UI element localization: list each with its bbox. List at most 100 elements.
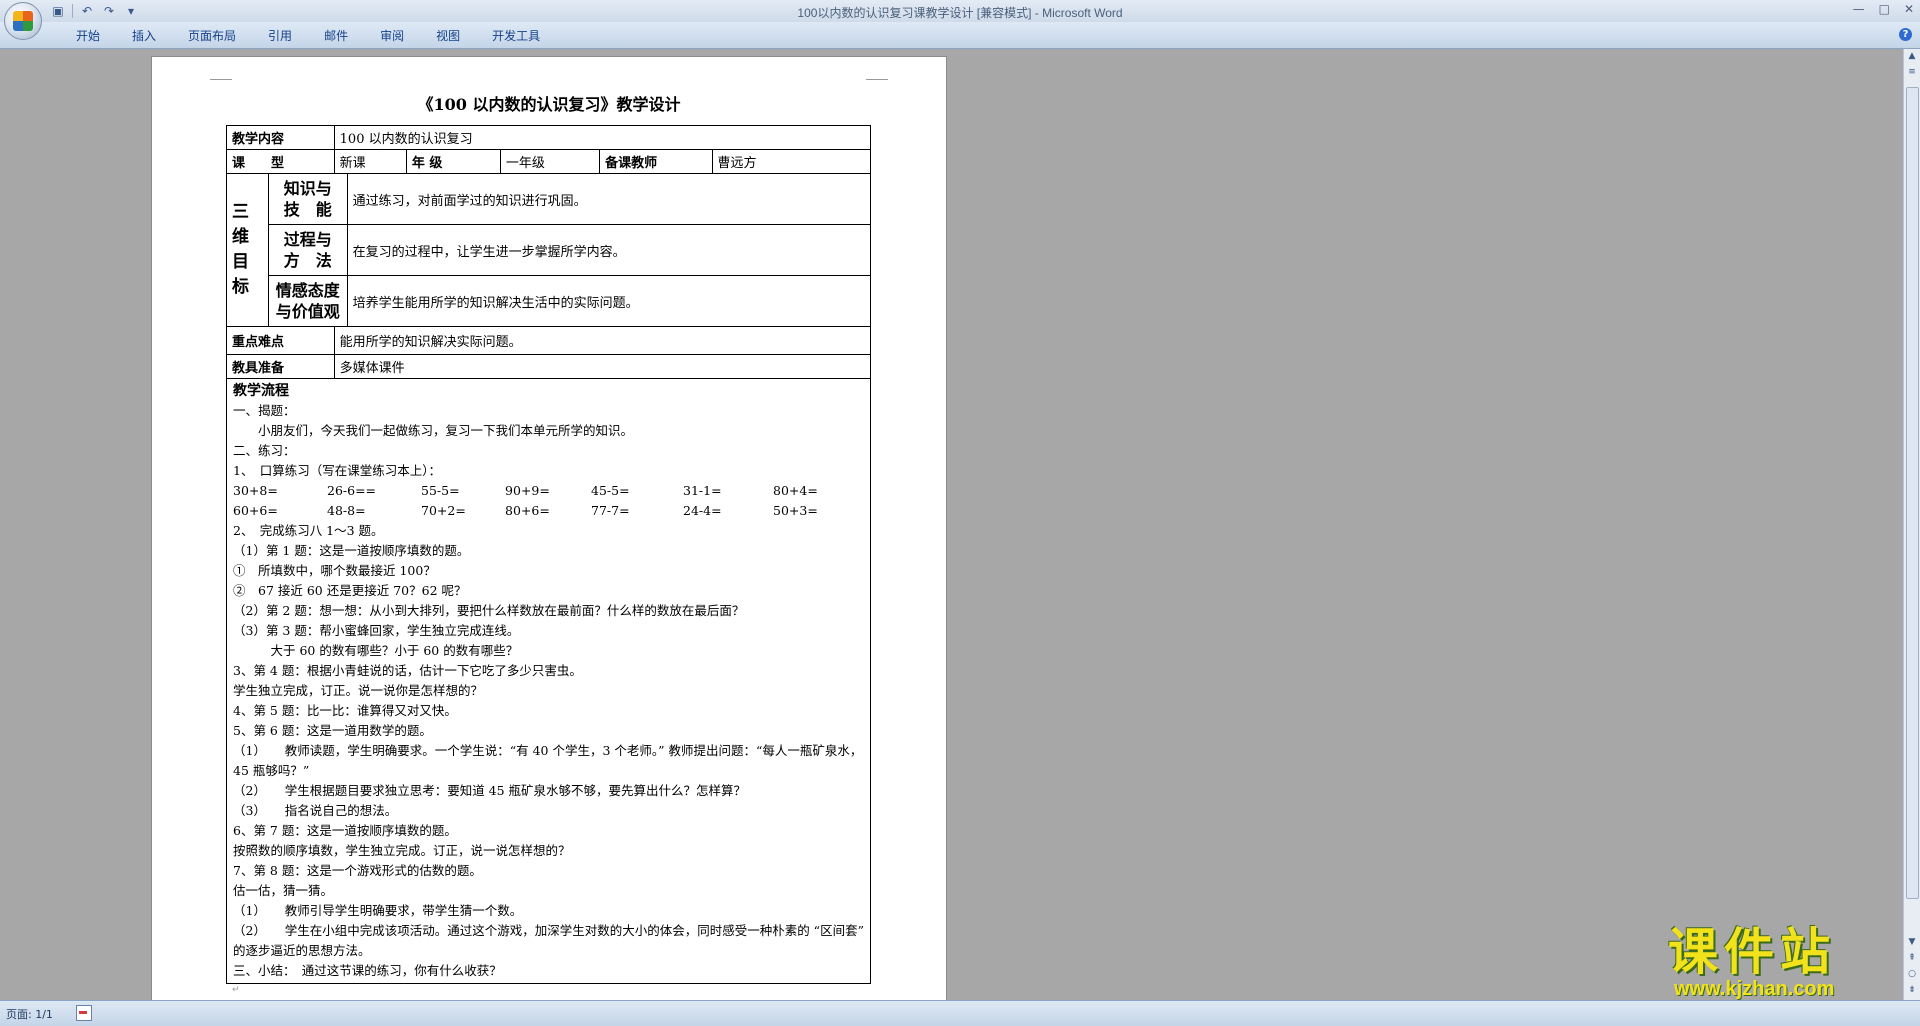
scroll-up-icon[interactable]: ▲ [1905, 49, 1919, 63]
browse-object-icon[interactable]: ○ [1905, 967, 1919, 981]
flow-paragraph: （2） 学生在小组中完成该项活动。通过这个游戏，加深学生对数的大小的体会，同时感… [233, 923, 864, 958]
margin-corner-mark [210, 65, 232, 80]
goal-text-knowledge: 通过练习，对前面学过的知识进行巩固。 [346, 173, 872, 225]
goal-label-line: 方 法 [283, 251, 332, 270]
scrollbar-thumb[interactable] [1906, 87, 1919, 899]
flow-line: 1、 口算练习（写在课堂练习本上）： [233, 463, 441, 478]
window-title: 100以内数的认识复习课教学设计 [兼容模式] - Microsoft Word [797, 6, 1123, 20]
watermark-text: 课件站 [1668, 923, 1836, 981]
flow-line: 小朋友们，今天我们一起做练习，复习一下我们本单元所学的知识。 [233, 423, 634, 438]
tools-label: 教具准备 [226, 354, 335, 379]
flow-line: 7、第 8 题：这是一个游戏形式的估数的题。 [233, 863, 482, 878]
calc-item: 55-5= [421, 483, 460, 498]
tab-review[interactable]: 审阅 [364, 28, 420, 44]
calc-item: 90+9= [505, 483, 550, 498]
goal-label-line: 过程与 [283, 230, 332, 249]
calc-item: 31-1= [683, 483, 722, 498]
calc-item: 45-5= [591, 483, 630, 498]
calc-item: 80+4= [773, 483, 818, 498]
office-logo-icon [13, 11, 33, 31]
ribbon-tabs: 开始 插入 页面布局 引用 邮件 审阅 视图 开发工具 [60, 28, 556, 44]
tab-insert[interactable]: 插入 [116, 28, 172, 44]
goal-label-line: 知识与 [283, 179, 332, 198]
title-bar: ▣ ↶ ↷ ▾ 100以内数的认识复习课教学设计 [兼容模式] - Micros… [0, 0, 1920, 40]
oral-calc-row: 30+8= 26-6== 55-5= 90+9= 45-5= 31-1= 80+… [233, 481, 864, 501]
proofing-status-icon[interactable] [76, 1005, 92, 1021]
calc-item: 80+6= [505, 503, 550, 518]
content-value: 100 以内数的认识复习 [333, 125, 872, 150]
goal-text-process: 在复习的过程中，让学生进一步掌握所学内容。 [346, 224, 872, 276]
flow-paragraph: （1） 教师读题，学生明确要求。一个学生说：“有 40 个学生，3 个老师。” … [233, 743, 863, 778]
vertical-scrollbar[interactable]: ▲ ≡ ▼ ⇞ ○ ⇟ [1903, 49, 1920, 1000]
watermark-url: www.kjzhan.com [1674, 978, 1835, 1000]
grade-value: 一年级 [499, 149, 601, 174]
keypoints-value: 能用所学的知识解决实际问题。 [333, 326, 872, 355]
goals-label-char: 标 [232, 277, 249, 297]
flow-line: 4、第 5 题：比一比：谁算得又对又快。 [233, 703, 457, 718]
calc-item: 60+6= [233, 503, 278, 518]
teaching-flow-cell: 教学流程 一、揭题： 小朋友们，今天我们一起做练习，复习一下我们本单元所学的知识… [226, 378, 871, 984]
minimize-button[interactable]: — [1853, 2, 1865, 16]
flow-line: （2） 学生根据题目要求独立思考：要知道 45 瓶矿泉水够不够，要先算出什么？怎… [233, 783, 747, 798]
office-button[interactable] [4, 2, 42, 40]
help-icon[interactable]: ? [1899, 28, 1912, 41]
maximize-button[interactable]: □ [1879, 2, 1890, 16]
content-label: 教学内容 [226, 125, 335, 150]
flow-line: 三、小结： 通过这节课的练习，你有什么收获？ [233, 963, 502, 978]
previous-page-icon[interactable]: ⇞ [1905, 951, 1919, 965]
teacher-value: 曹远方 [711, 149, 871, 174]
tab-mailings[interactable]: 邮件 [308, 28, 364, 44]
flow-line: 3、第 4 题：根据小青蛙说的话，估计一下它吃了多少只害虫。 [233, 663, 582, 678]
document-page[interactable]: 《100 以内数的认识复习》教学设计 教学内容 100 以内数的认识复习 课 型… [152, 57, 946, 1000]
window-controls: — □ ✕ [1853, 2, 1914, 16]
document-title: 《100 以内数的认识复习》教学设计 [417, 95, 681, 114]
flow-line: （3）第 3 题：帮小蜜蜂回家，学生独立完成连线。 [233, 623, 520, 638]
goals-label-char: 目 [232, 252, 249, 272]
ruler-toggle-icon[interactable]: ≡ [1905, 65, 1919, 79]
goal-label-knowledge: 知识与 技 能 [267, 173, 348, 225]
page-indicator[interactable]: 页面: 1/1 [6, 1006, 53, 1022]
goal-label-line: 情感态度 [275, 281, 340, 300]
calc-item: 26-6== [327, 483, 377, 498]
tab-page-layout[interactable]: 页面布局 [172, 28, 252, 44]
flow-line: （3） 指名说自己的想法。 [233, 803, 398, 818]
close-button[interactable]: ✕ [1904, 2, 1914, 16]
oral-calc-row: 60+6= 48-8= 70+2= 80+6= 77-7= 24-4= 50+3… [233, 501, 864, 521]
flow-line: （1） 教师引导学生明确要求，带学生猜一个数。 [233, 903, 523, 918]
flow-line: ② 67 接近 60 还是更接近 70？62 呢？ [233, 583, 467, 598]
flow-line: 估一估，猜一猜。 [233, 883, 334, 898]
watermark-logo: 课件站 www.kjzhan.com [1668, 923, 1904, 1000]
next-page-icon[interactable]: ⇟ [1905, 983, 1919, 997]
calc-item: 30+8= [233, 483, 278, 498]
goal-label-process: 过程与 方 法 [267, 224, 348, 276]
goals-label-char: 维 [232, 227, 249, 247]
flow-line: 按照数的顺序填数，学生独立完成。订正，说一说怎样想的？ [233, 843, 571, 858]
type-value: 新课 [333, 149, 407, 174]
goal-label-line: 与价值观 [275, 302, 340, 321]
flow-line: ① 所填数中，哪个数最接近 100？ [233, 563, 436, 578]
grade-label: 年 级 [405, 149, 501, 174]
type-label: 课 型 [226, 149, 335, 174]
flow-line: 大于 60 的数有哪些？小于 60 的数有哪些？ [233, 643, 519, 658]
flow-line: 6、第 7 题：这是一道按顺序填数的题。 [233, 823, 457, 838]
lesson-plan-table: 教学内容 100 以内数的认识复习 课 型 新课 年 级 一年级 备课教师 曹远… [226, 125, 872, 984]
tab-developer[interactable]: 开发工具 [476, 28, 556, 44]
goal-text-emotion: 培养学生能用所学的知识解决生活中的实际问题。 [346, 275, 872, 327]
flow-line: 5、第 6 题：这是一道用数学的题。 [233, 723, 432, 738]
keypoints-label: 重点难点 [226, 326, 335, 355]
calc-item: 24-4= [683, 503, 722, 518]
flow-line: 一、揭题： [233, 403, 296, 418]
tab-references[interactable]: 引用 [252, 28, 308, 44]
flow-line: （1）第 1 题：这是一道按顺序填数的题。 [233, 543, 470, 558]
goal-label-line: 技 能 [283, 200, 332, 219]
scroll-down-icon[interactable]: ▼ [1905, 935, 1919, 949]
paragraph-mark-icon: ↵ [232, 985, 240, 995]
calc-item: 50+3= [773, 503, 818, 518]
flow-line: （2）第 2 题：想一想：从小到大排列，要把什么样数放在最前面？什么样的数放在最… [233, 603, 745, 618]
tab-view[interactable]: 视图 [420, 28, 476, 44]
three-dimension-goals-label: 三 维 目 标 [226, 173, 269, 327]
tab-home[interactable]: 开始 [60, 28, 116, 44]
tools-value: 多媒体课件 [333, 354, 872, 379]
flow-line: 2、 完成练习八 1～3 题。 [233, 523, 384, 538]
goals-label-char: 三 [232, 202, 249, 222]
